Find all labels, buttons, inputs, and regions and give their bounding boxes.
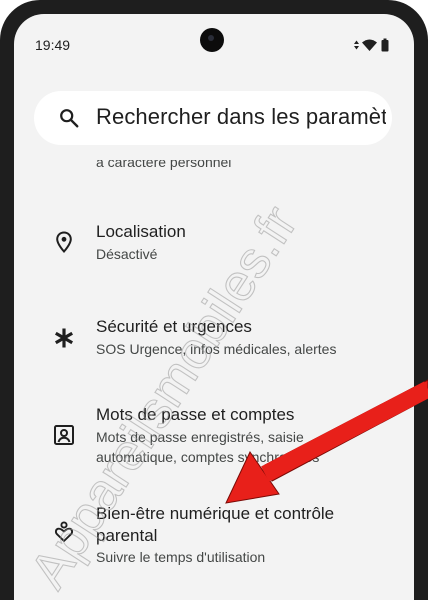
settings-screen: 19:49 Rechercher dans les paramètres à c…	[14, 14, 414, 600]
partial-item-subtitle: à caractère personnel	[96, 154, 232, 170]
asterisk-icon	[54, 328, 74, 348]
front-camera	[200, 28, 224, 52]
item-title: Bien-être numérique et contrôle parental	[96, 504, 335, 545]
search-bar[interactable]: Rechercher dans les paramètres	[34, 91, 392, 145]
wifi-icon	[362, 39, 377, 51]
item-subtitle: SOS Urgence, infos médicales, alertes	[96, 341, 337, 357]
status-icons	[352, 38, 394, 52]
item-title: Mots de passe et comptes	[96, 405, 295, 424]
search-icon	[60, 109, 79, 128]
account-box-icon	[54, 425, 74, 445]
item-subtitle: Mots de passe enregistrés, saisie automa…	[96, 429, 320, 465]
settings-item-location[interactable]: Localisation Désactivé	[14, 214, 414, 274]
settings-item-safety[interactable]: Sécurité et urgences SOS Urgence, infos …	[14, 310, 414, 370]
item-title: Sécurité et urgences	[96, 317, 252, 336]
item-title: Localisation	[96, 222, 186, 241]
item-subtitle: Suivre le temps d'utilisation	[96, 549, 266, 565]
settings-item-passwords-accounts[interactable]: Mots de passe et comptes Mots de passe e…	[14, 399, 414, 479]
battery-icon	[381, 38, 389, 52]
heart-person-icon	[54, 521, 74, 542]
search-input[interactable]: Rechercher dans les paramètres	[96, 104, 386, 130]
status-time: 19:49	[35, 37, 71, 53]
settings-item-digital-wellbeing[interactable]: Bien-être numérique et contrôle parental…	[14, 500, 414, 580]
data-arrows-icon	[354, 40, 359, 50]
item-subtitle: Désactivé	[96, 246, 158, 262]
status-bar: 19:49	[14, 14, 414, 64]
location-pin-icon	[56, 231, 72, 253]
